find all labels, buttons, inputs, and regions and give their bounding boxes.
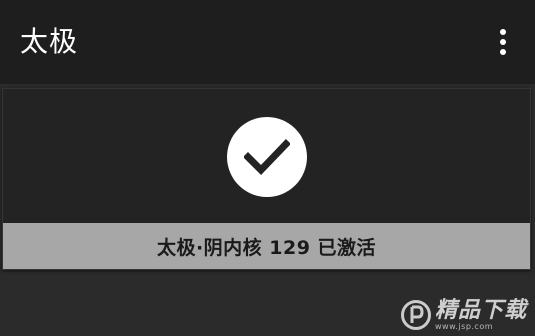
- watermark-text-group: 精品下载 www.jsp.com: [434, 297, 527, 331]
- more-vert-icon-dot-3: [500, 49, 506, 55]
- more-options-button[interactable]: [489, 26, 517, 58]
- watermark-p-glyph-icon: [410, 305, 424, 323]
- more-vert-icon-dot-2: [500, 39, 506, 45]
- watermark-logo-icon: [400, 300, 431, 330]
- app-window: 太极 太极·阴内核 129 已激活 精品下载 www.jsp.com: [0, 0, 535, 336]
- activation-status-text: 太极·阴内核 129 已激活: [156, 236, 377, 259]
- watermark: 精品下载 www.jsp.com: [400, 297, 527, 332]
- checkmark-icon: [244, 139, 290, 175]
- app-toolbar: 太极: [0, 0, 535, 84]
- watermark-text: 精品下载: [434, 297, 527, 323]
- check-circle-icon: [227, 117, 307, 197]
- activation-status-card[interactable]: 太极·阴内核 129 已激活: [2, 88, 531, 270]
- watermark-url: www.jsp.com: [434, 321, 494, 331]
- app-title: 太极: [20, 25, 79, 58]
- status-banner: 太极·阴内核 129 已激活: [3, 223, 530, 269]
- more-vert-icon: [500, 29, 506, 35]
